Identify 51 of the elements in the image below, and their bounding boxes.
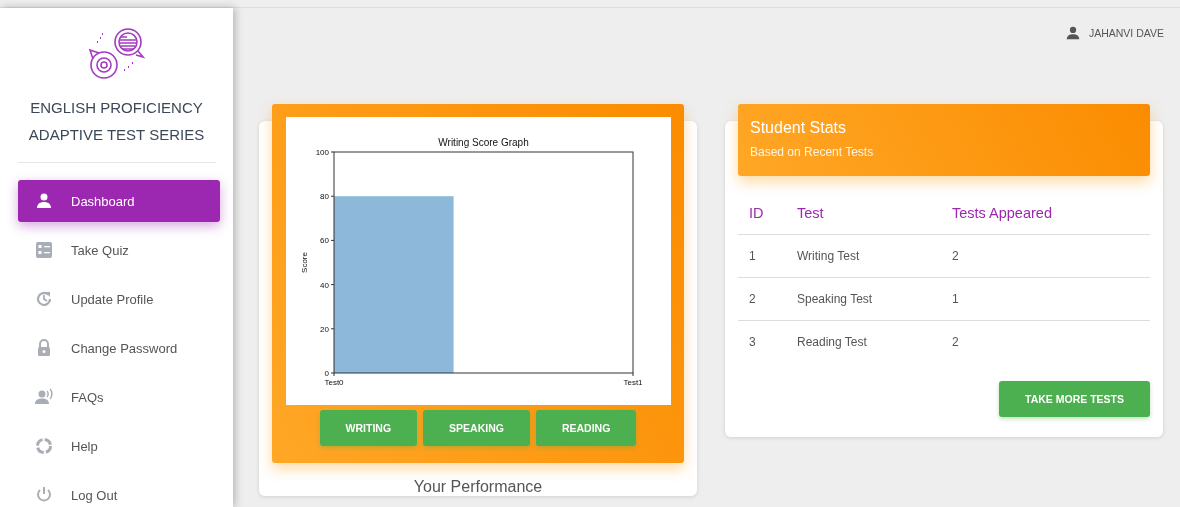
x-tick — [333, 372, 334, 377]
y-tick — [330, 284, 334, 286]
y-tick-label: 0 — [324, 369, 329, 378]
card-subtitle: Based on Recent Tests — [750, 145, 875, 159]
table-cell: Reading Test — [786, 320, 941, 363]
y-tick — [330, 195, 334, 197]
x-tick — [632, 372, 633, 377]
chart-title: Writing Score Graph — [437, 137, 529, 148]
y-tick-label: 60 — [319, 236, 329, 246]
table-cell: 3 — [738, 320, 786, 363]
chat-bubbles-logo — [87, 26, 146, 82]
nav-item[interactable]: Dashboard — [18, 180, 220, 222]
user-name[interactable]: JAHANVI DAVE — [1088, 27, 1164, 39]
y-tick — [330, 372, 334, 374]
person-icon — [35, 192, 53, 210]
power-icon — [35, 486, 53, 504]
table-cell: Writing Test — [786, 234, 941, 278]
y-tick-label: 80 — [319, 192, 329, 202]
speaker-icon — [35, 388, 53, 406]
card-title: Student Stats — [750, 119, 848, 137]
table-cell: 1 — [738, 234, 786, 278]
nav-item[interactable]: Log Out — [18, 474, 220, 507]
app-title: ENGLISH PROFICIENCY ADAPTIVE TEST SERIES — [28, 98, 205, 145]
x-tick-label: Test0 — [323, 378, 344, 387]
table-cell: 1 — [941, 277, 1150, 321]
column-header: ID — [738, 192, 786, 235]
nav-item[interactable]: Change Password — [18, 327, 220, 369]
y-tick — [330, 328, 334, 330]
person-icon — [1065, 26, 1080, 40]
table-cell: 2 — [941, 320, 1150, 363]
table-cell: 2 — [738, 277, 786, 321]
nav-item[interactable]: Take Quiz — [18, 229, 220, 271]
y-tick-label: 20 — [319, 324, 329, 334]
nav-item[interactable]: Help — [18, 425, 220, 467]
x-tick-label: Test1 — [622, 378, 643, 387]
y-tick-label: 40 — [319, 280, 329, 290]
column-header: Tests Appeared — [941, 192, 1150, 235]
nav-item[interactable]: FAQs — [18, 376, 220, 418]
table-cell: 2 — [941, 234, 1150, 278]
table-cell: Speaking Test — [786, 277, 941, 321]
y-axis-label: Score — [299, 252, 309, 273]
lock-icon — [35, 339, 53, 357]
refresh-icon — [35, 290, 53, 308]
nav-item[interactable]: Update Profile — [18, 278, 220, 320]
ring-icon — [35, 437, 53, 455]
card-caption: Your Performance — [412, 478, 544, 496]
grid-icon — [35, 241, 53, 259]
y-tick — [330, 239, 334, 241]
y-tick — [330, 151, 334, 153]
column-header: Test — [786, 192, 941, 235]
y-tick-label: 100 — [315, 148, 329, 157]
